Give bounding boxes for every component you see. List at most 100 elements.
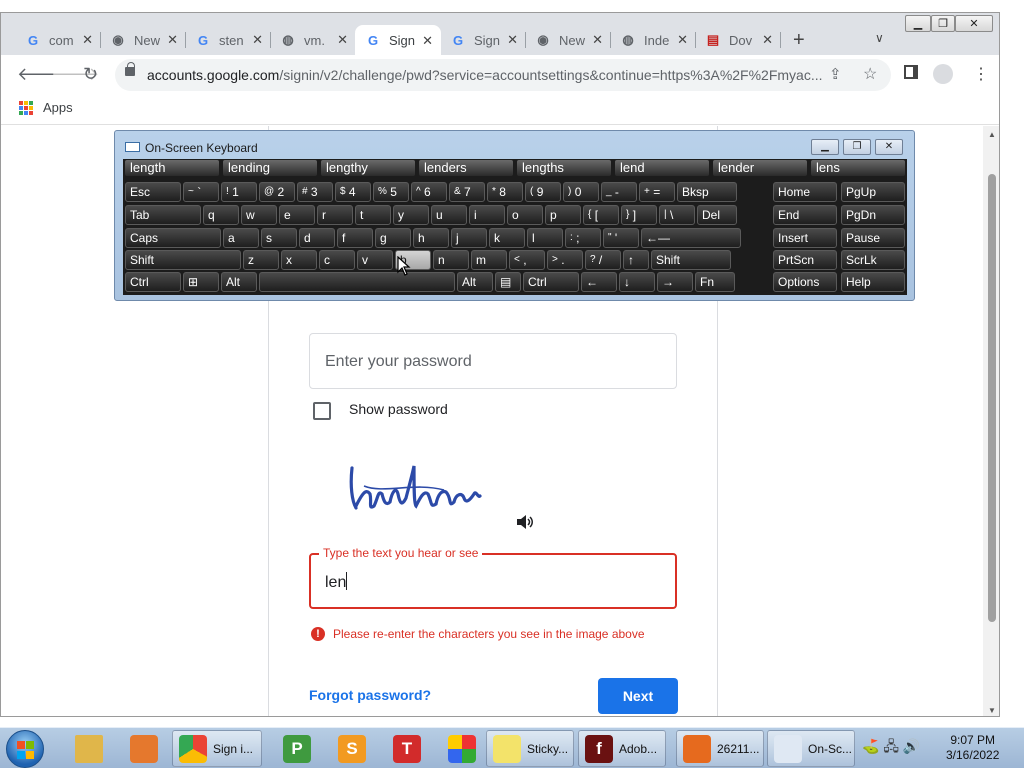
key-6[interactable]: ^ 6 [411,182,447,202]
key-g[interactable]: g [375,228,411,248]
close-button[interactable]: ✕ [955,15,993,32]
key-prtscn[interactable]: PrtScn [773,250,837,270]
browser-tab[interactable]: ◍ vm. ✕ [270,25,356,55]
key-[interactable]: ↑ [623,250,649,270]
omnibox[interactable]: accounts.google.com/signin/v2/challenge/… [115,59,891,91]
tab-close-icon[interactable]: ✕ [762,32,773,48]
explorer-taskbar-button[interactable] [64,730,114,767]
prediction-word[interactable]: lender [713,160,807,176]
key-[interactable]: } ] [621,205,657,225]
key-[interactable]: { [ [583,205,619,225]
key-x[interactable]: x [281,250,317,270]
password-input[interactable]: Enter your password [309,333,677,389]
osk-minimize-button[interactable]: ▁ [811,139,839,155]
clock[interactable]: 9:07 PM 3/16/2022 [946,733,999,763]
browser-tab[interactable]: G Sign ✕ [440,25,526,55]
key-[interactable]: ~ ` [183,182,219,202]
key-7[interactable]: & 7 [449,182,485,202]
key-y[interactable]: y [393,205,429,225]
key-e[interactable]: e [279,205,315,225]
key-insert[interactable]: Insert [773,228,837,248]
key-shift[interactable]: Shift [125,250,241,270]
apps-grid-icon[interactable] [19,101,33,115]
key-8[interactable]: * 8 [487,182,523,202]
key-2[interactable]: @ 2 [259,182,295,202]
key-5[interactable]: % 5 [373,182,409,202]
browser-tab[interactable]: ◉ New ✕ [525,25,611,55]
url-text[interactable]: accounts.google.com/signin/v2/challenge/… [147,67,827,83]
key-[interactable]: ▤ [495,272,521,292]
tab-close-icon[interactable]: ✕ [592,32,603,48]
tab-close-icon[interactable]: ✕ [677,32,688,48]
key-[interactable]: ↓ [619,272,655,292]
key-i[interactable]: i [469,205,505,225]
key-9[interactable]: ( 9 [525,182,561,202]
key-m[interactable]: m [471,250,507,270]
prediction-word[interactable]: lens [811,160,905,176]
key-home[interactable]: Home [773,182,837,202]
key-[interactable]: < , [509,250,545,270]
text-taskbar-button[interactable]: T [382,730,432,767]
key-options[interactable]: Options [773,272,837,292]
show-password-label[interactable]: Show password [349,401,448,417]
key-alt[interactable]: Alt [457,272,493,292]
paint-taskbar-button[interactable] [437,730,487,767]
menu-kebab-icon[interactable]: ⋮ [973,64,989,84]
browser-tab[interactable]: Gsten ✕ [185,25,271,55]
key-a[interactable]: a [223,228,259,248]
restore-button[interactable]: ❐ [931,15,955,32]
key-esc[interactable]: Esc [125,182,181,202]
key-d[interactable]: d [299,228,335,248]
publisher-taskbar-button[interactable]: P [272,730,322,767]
profile-avatar-icon[interactable] [933,64,953,84]
start-button[interactable] [6,730,44,768]
chrome-taskbar-button[interactable]: Sign i... [172,730,262,767]
key-j[interactable]: j [451,228,487,248]
key-n[interactable]: n [433,250,469,270]
key-z[interactable]: z [243,250,279,270]
key-end[interactable]: End [773,205,837,225]
new-tab-button[interactable]: + [793,29,805,52]
reload-icon[interactable]: ↻ [83,64,98,85]
prediction-word[interactable]: lengths [517,160,611,176]
key-r[interactable]: r [317,205,353,225]
key-[interactable]: + = [639,182,675,202]
prediction-word[interactable]: lending [223,160,317,176]
tab-close-icon[interactable]: ✕ [252,32,263,48]
captcha-input[interactable]: len [309,553,677,609]
key-3[interactable]: # 3 [297,182,333,202]
key-[interactable]: > . [547,250,583,270]
key-o[interactable]: o [507,205,543,225]
key-q[interactable]: q [203,205,239,225]
scrollbar-thumb[interactable] [988,174,996,622]
tab-close-icon[interactable]: ✕ [337,32,348,48]
key-[interactable]: : ; [565,228,601,248]
prediction-word[interactable]: lenders [419,160,513,176]
system-tray-icons[interactable]: ⛳ 🖧 🔊 [862,736,920,760]
browser-tab[interactable]: G Sign ✕ [355,25,441,56]
key-[interactable]: ⊞ [183,272,219,292]
side-panel-icon[interactable] [904,65,918,79]
sticky-notes-taskbar-button[interactable]: Sticky... [486,730,574,767]
browser-tab[interactable]: ◍ Inde ✕ [610,25,696,55]
scroll-up-icon[interactable]: ▲ [988,130,996,139]
key-u[interactable]: u [431,205,467,225]
key-0[interactable]: ) 0 [563,182,599,202]
key-pause[interactable]: Pause [841,228,905,248]
page-scrollbar[interactable]: ▲ ▼ [983,126,999,716]
key-k[interactable]: k [489,228,525,248]
key-p[interactable]: p [545,205,581,225]
osk-restore-button[interactable]: ❐ [843,139,871,155]
prediction-word[interactable]: lengthy [321,160,415,176]
tab-close-icon[interactable]: ✕ [507,32,518,48]
key-f[interactable]: f [337,228,373,248]
key-help[interactable]: Help [841,272,905,292]
key-l[interactable]: l [527,228,563,248]
apps-link[interactable]: Apps [43,100,73,115]
key-1[interactable]: ! 1 [221,182,257,202]
key-[interactable]: " ' [603,228,639,248]
key-bksp[interactable]: Bksp [677,182,737,202]
flash-taskbar-button[interactable]: f Adob... [578,730,666,767]
osk-close-button[interactable]: ✕ [875,139,903,155]
key-scrlk[interactable]: ScrLk [841,250,905,270]
